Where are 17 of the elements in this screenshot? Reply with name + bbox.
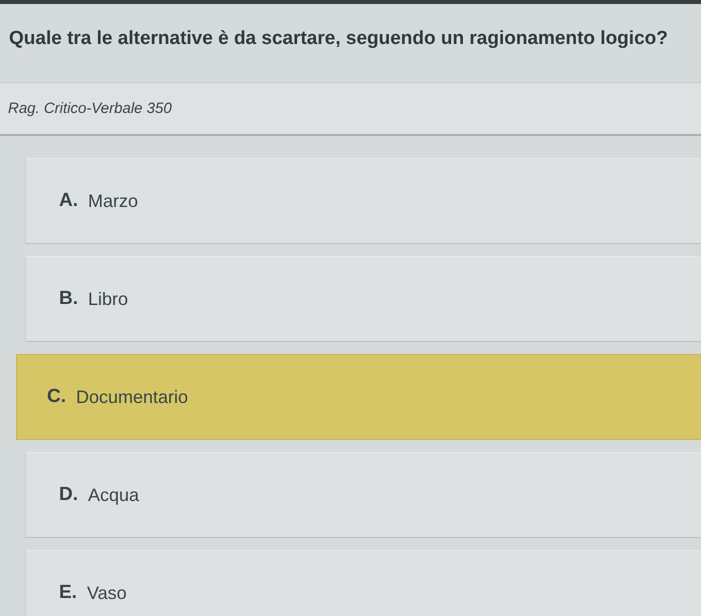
option-letter: E.: [59, 582, 77, 604]
option-text: Libro: [88, 288, 128, 310]
option-letter: C.: [47, 386, 66, 408]
option-text: Acqua: [88, 484, 140, 506]
option-letter: B.: [59, 288, 78, 310]
option-text: Vaso: [86, 582, 127, 604]
answer-option[interactable]: D. Acqua: [25, 452, 701, 538]
answer-option[interactable]: B. Libro: [25, 256, 701, 342]
answer-option[interactable]: A. Marzo: [25, 158, 701, 244]
answer-option[interactable]: C. Documentario: [16, 354, 701, 440]
option-text: Marzo: [88, 190, 138, 212]
option-letter: D.: [59, 484, 78, 506]
category-label: Rag. Critico-Verbale 350: [8, 100, 172, 117]
option-letter: A.: [59, 190, 78, 212]
answer-option[interactable]: E. Vaso: [25, 550, 701, 616]
option-text: Documentario: [76, 386, 188, 408]
question-text: Quale tra le alternative è da scartare, seguendo un ragionamento logico?: [8, 27, 669, 51]
